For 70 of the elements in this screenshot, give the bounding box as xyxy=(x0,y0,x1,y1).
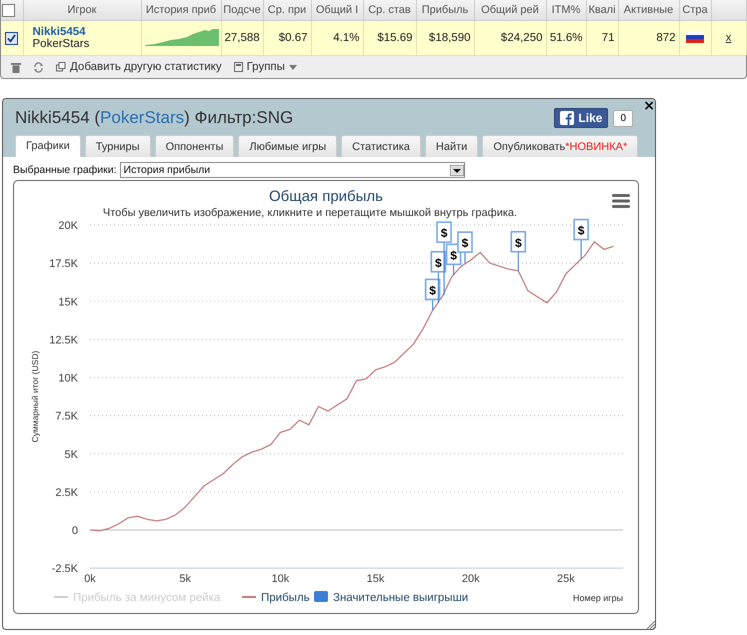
tab[interactable]: Оппоненты xyxy=(154,135,234,157)
axis-tick-label: 5K xyxy=(64,448,78,461)
axis-tick-label: 12.5K xyxy=(49,334,78,346)
close-button[interactable]: × xyxy=(643,98,655,114)
site-name: PokerStars xyxy=(32,38,90,50)
groups-dropdown[interactable]: Группы xyxy=(234,61,297,73)
graph-select[interactable]: История прибыли xyxy=(120,162,465,178)
axis-tick-label: 10k xyxy=(271,573,290,586)
table-cell: $18,590 xyxy=(428,32,470,44)
like-count: 0 xyxy=(613,110,633,126)
axis-tick-label: 0k xyxy=(84,573,96,586)
legend-line xyxy=(54,596,68,598)
axis-tick-label: 20k xyxy=(462,573,480,586)
tab[interactable]: Графики xyxy=(15,135,81,157)
axis-tick-label: 17.5K xyxy=(49,258,78,270)
copy-icon xyxy=(56,62,66,72)
axis-tick-label: 15k xyxy=(366,573,384,586)
table-cell: 27,588 xyxy=(224,32,260,44)
graph-select-label: Выбранные графики: xyxy=(13,164,117,176)
annotation: $ xyxy=(440,226,448,240)
trash-icon[interactable] xyxy=(11,62,21,72)
axis-tick-label: 7.5K xyxy=(55,410,78,423)
table-cell: $0.67 xyxy=(278,32,308,44)
axis-tick-label: 0 xyxy=(72,525,78,537)
column-header[interactable]: Игрок xyxy=(68,4,96,16)
annotation: $ xyxy=(514,236,522,250)
facebook-icon xyxy=(560,111,574,125)
caret-icon xyxy=(288,64,297,70)
axis-title: Суммарный итог (USD) xyxy=(30,350,40,442)
dropdown-arrow-icon xyxy=(450,164,464,176)
axis-tick-label: 15K xyxy=(58,296,78,308)
player-link[interactable]: Nikki5454 xyxy=(32,26,86,38)
annotation: $ xyxy=(429,283,436,298)
axis-tick-label: 20K xyxy=(58,220,78,232)
flag-icon xyxy=(686,30,704,42)
legend-item[interactable]: Значительные выигрыши xyxy=(333,592,468,604)
axis-tick-label: -2.5K xyxy=(52,563,78,576)
axis-tick-label: 2.5K xyxy=(55,486,78,499)
save-icon xyxy=(234,62,243,72)
chart-title: Общая прибыль xyxy=(268,188,384,205)
annotation: $ xyxy=(462,236,469,250)
tab[interactable]: Статистика xyxy=(341,135,421,157)
tab[interactable]: Найти xyxy=(424,135,478,157)
refresh-icon[interactable] xyxy=(33,62,44,72)
tab[interactable]: Опубликовать*НОВИНКА* xyxy=(482,135,638,157)
table-cell: 51.6% xyxy=(550,32,582,44)
annotation: $ xyxy=(578,224,585,238)
dialog-title: Nikki5454 (PokerStars) Фильтр:SNG xyxy=(15,108,294,128)
table-cell: 71 xyxy=(602,32,614,44)
row-checkbox[interactable] xyxy=(5,32,18,44)
chart-hint: Чтобы увеличить изображение, кликните и перетащите мышкой внутрь графика. xyxy=(102,207,518,219)
like-button[interactable]: Like xyxy=(554,108,608,128)
tab[interactable]: Турниры xyxy=(84,135,151,157)
remove-link[interactable]: x xyxy=(726,32,732,44)
table-cell: 872 xyxy=(656,32,676,44)
table-cell: 4.1% xyxy=(333,32,360,44)
add-statistic-button[interactable]: Добавить другую статистику xyxy=(56,61,222,73)
axis-tick-label: 25k xyxy=(557,573,575,586)
axis-tick-label: 10K xyxy=(58,372,78,384)
axis-title: Номер игры xyxy=(573,593,623,603)
table-cell: $24,250 xyxy=(500,32,542,44)
table-cell: $15.69 xyxy=(377,32,412,44)
select-all-checkbox[interactable] xyxy=(2,4,15,16)
menu-icon[interactable] xyxy=(612,194,630,208)
tab[interactable]: Любимые игры xyxy=(238,135,338,157)
legend-item[interactable]: Прибыль xyxy=(261,592,310,604)
annotation: $ xyxy=(435,256,442,270)
axis-tick-label: 5k xyxy=(179,573,191,586)
resize-grip-icon[interactable] xyxy=(647,621,655,629)
annotation: $ xyxy=(450,248,458,262)
